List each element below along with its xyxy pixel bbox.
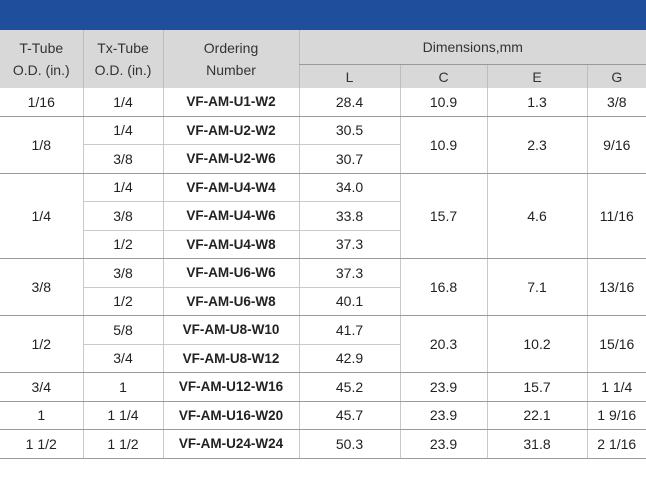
dimensions-table: T-Tube O.D. (in.) Tx-Tube O.D. (in.) Ord…	[0, 30, 646, 459]
tx-tube-cell: 5/8	[82, 315, 163, 345]
e-cell: 7.1	[486, 258, 587, 316]
table-row: 1 1/2 1 1/2 VF-AM-U24-W24 50.3 23.9 31.8…	[0, 429, 646, 459]
e-cell: 10.2	[486, 315, 587, 373]
l-cell: 45.2	[298, 372, 400, 402]
t-tube-cell: 1/16	[0, 88, 83, 117]
ordering-number-cell: VF-AM-U6-W8	[162, 287, 299, 316]
table-row: 3/4 1 VF-AM-U12-W16 45.2 23.9 15.7 1 1/4	[0, 372, 646, 402]
tx-tube-cell: 1/4	[82, 88, 163, 117]
l-cell: 40.1	[298, 287, 400, 316]
tx-tube-cell: 1/4	[82, 116, 163, 145]
ordering-number-cell: VF-AM-U24-W24	[162, 429, 299, 459]
t-tube-cell: 1 1/2	[0, 429, 83, 459]
tx-tube-cell: 3/8	[82, 201, 163, 231]
tx-tube-cell: 1/4	[82, 173, 163, 202]
ordering-number-cell: VF-AM-U8-W10	[162, 315, 299, 345]
ordering-number-cell: VF-AM-U4-W6	[162, 201, 299, 231]
col-header-dimensions: Dimensions,mm	[298, 30, 646, 65]
e-cell: 22.1	[486, 401, 587, 430]
l-cell: 28.4	[298, 88, 400, 117]
table-row: 1/4 1/4 VF-AM-U4-W4 34.0 15.7 4.6 11/16	[0, 173, 646, 259]
table-row: 1 1 1/4 VF-AM-U16-W20 45.7 23.9 22.1 1 9…	[0, 401, 646, 430]
col-header-l: L	[298, 64, 400, 88]
l-cell: 42.9	[298, 344, 400, 373]
c-cell: 23.9	[399, 429, 487, 459]
col-header-g: G	[586, 64, 646, 88]
t-tube-cell: 3/4	[0, 372, 83, 402]
e-cell: 2.3	[486, 116, 587, 174]
c-cell: 16.8	[399, 258, 487, 316]
g-cell: 13/16	[586, 258, 646, 316]
l-cell: 33.8	[298, 201, 400, 231]
t-tube-unit: O.D. (in.)	[12, 62, 70, 78]
l-cell: 30.7	[298, 144, 400, 174]
c-cell: 23.9	[399, 372, 487, 402]
ordering-title: Ordering	[203, 40, 259, 56]
t-tube-cell: 1/2	[0, 315, 83, 373]
l-cell: 41.7	[298, 315, 400, 345]
tx-tube-cell: 3/4	[82, 344, 163, 373]
c-cell: 10.9	[399, 116, 487, 174]
g-cell: 3/8	[586, 88, 646, 117]
e-cell: 31.8	[486, 429, 587, 459]
e-cell: 1.3	[486, 88, 587, 117]
tx-tube-title: Tx-Tube	[97, 40, 149, 56]
g-cell: 2 1/16	[586, 429, 646, 459]
tx-tube-cell: 3/8	[82, 258, 163, 288]
col-header-tx-tube: Tx-Tube O.D. (in.)	[82, 30, 163, 88]
tx-tube-cell: 1/2	[82, 230, 163, 259]
col-header-t-tube: T-Tube O.D. (in.)	[0, 30, 83, 88]
t-tube-cell: 1	[0, 401, 83, 430]
g-cell: 11/16	[586, 173, 646, 259]
l-cell: 45.7	[298, 401, 400, 430]
l-cell: 37.3	[298, 258, 400, 288]
t-tube-cell: 3/8	[0, 258, 83, 316]
t-tube-title: T-Tube	[19, 40, 64, 56]
col-header-e: E	[486, 64, 587, 88]
table-row: 3/8 3/8 VF-AM-U6-W6 37.3 16.8 7.1 13/16	[0, 258, 646, 316]
col-header-ordering: Ordering Number	[162, 30, 299, 88]
g-cell: 15/16	[586, 315, 646, 373]
ordering-number-cell: VF-AM-U2-W6	[162, 144, 299, 174]
tx-tube-cell: 1 1/2	[82, 429, 163, 459]
ordering-unit: Number	[206, 62, 256, 78]
l-cell: 30.5	[298, 116, 400, 145]
g-cell: 1 9/16	[586, 401, 646, 430]
c-cell: 20.3	[399, 315, 487, 373]
g-cell: 1 1/4	[586, 372, 646, 402]
tx-tube-unit: O.D. (in.)	[94, 62, 152, 78]
table-row: 1/2 5/8 VF-AM-U8-W10 41.7 20.3 10.2 15/1…	[0, 315, 646, 373]
e-cell: 15.7	[486, 372, 587, 402]
t-tube-cell: 1/4	[0, 173, 83, 259]
c-cell: 15.7	[399, 173, 487, 259]
ordering-number-cell: VF-AM-U1-W2	[162, 88, 299, 117]
e-cell: 4.6	[486, 173, 587, 259]
ordering-number-cell: VF-AM-U4-W8	[162, 230, 299, 259]
tx-tube-cell: 3/8	[82, 144, 163, 174]
tx-tube-cell: 1 1/4	[82, 401, 163, 430]
tx-tube-cell: 1/2	[82, 287, 163, 316]
table-row: 1/16 1/4 VF-AM-U1-W2 28.4 10.9 1.3 3/8	[0, 88, 646, 117]
ordering-number-cell: VF-AM-U4-W4	[162, 173, 299, 202]
c-cell: 23.9	[399, 401, 487, 430]
table-row: 1/8 1/4 VF-AM-U2-W2 30.5 10.9 2.3 9/16	[0, 116, 646, 174]
header-banner	[0, 0, 646, 30]
ordering-number-cell: VF-AM-U6-W6	[162, 258, 299, 288]
t-tube-cell: 1/8	[0, 116, 83, 174]
tx-tube-cell: 1	[82, 372, 163, 402]
l-cell: 37.3	[298, 230, 400, 259]
ordering-number-cell: VF-AM-U2-W2	[162, 116, 299, 145]
col-header-c: C	[399, 64, 487, 88]
ordering-number-cell: VF-AM-U12-W16	[162, 372, 299, 402]
g-cell: 9/16	[586, 116, 646, 174]
c-cell: 10.9	[399, 88, 487, 117]
l-cell: 50.3	[298, 429, 400, 459]
l-cell: 34.0	[298, 173, 400, 202]
ordering-number-cell: VF-AM-U8-W12	[162, 344, 299, 373]
ordering-number-cell: VF-AM-U16-W20	[162, 401, 299, 430]
